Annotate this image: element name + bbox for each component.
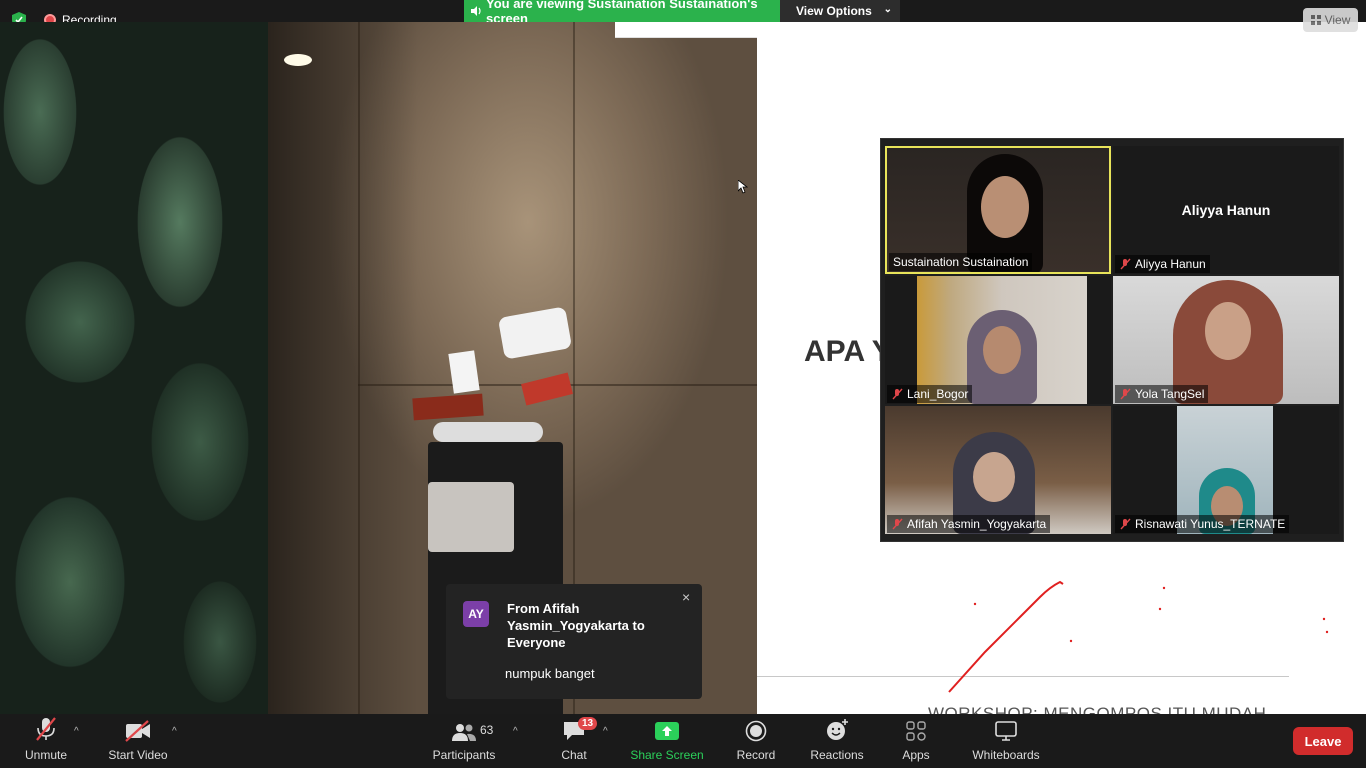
chat-notification[interactable]: AY From Afifah Yasmin_Yogyakarta to Ever…: [446, 584, 702, 699]
wall-seam: [358, 22, 360, 714]
record-label: Record: [736, 748, 776, 762]
mic-muted-icon: [1120, 258, 1131, 270]
participant-face: [983, 326, 1021, 374]
unmute-button[interactable]: Unmute: [22, 714, 70, 768]
participant-name: Sustaination Sustaination: [893, 255, 1029, 269]
speaker-icon: [471, 6, 481, 16]
share-screen-label: Share Screen: [630, 748, 704, 762]
mic-muted-icon: [892, 388, 903, 400]
participant-name-label: Yola TangSel: [1115, 385, 1209, 403]
mic-muted-icon: [1120, 388, 1131, 400]
reactions-icon: [827, 719, 848, 740]
participant-name-label: Lani_Bogor: [887, 385, 973, 403]
participant-face: [973, 452, 1015, 502]
participants-label: Participants: [432, 748, 496, 762]
meeting-toolbar: Unmute ^ Start Video ^ Participants 63 ^…: [0, 714, 1366, 768]
participants-count: 63: [480, 723, 494, 737]
participant-tile[interactable]: Yola TangSel: [1113, 276, 1339, 404]
participant-tile[interactable]: Sustaination Sustaination: [885, 146, 1111, 274]
sender-avatar: AY: [463, 601, 489, 627]
slide-footer: WORKSHOP: MENGOMPOS ITU MUDAH: [928, 704, 1267, 714]
snack-box: [521, 372, 573, 406]
participant-tile[interactable]: Risnawati Yunus_TERNATE: [1113, 406, 1339, 534]
record-icon: [745, 720, 767, 742]
unmute-label: Unmute: [24, 748, 68, 762]
chevron-down-icon: ⌄: [883, 4, 892, 15]
slide-leaves-photo: [0, 22, 268, 714]
zoom-meeting-window: Recording You are viewing Sustaination S…: [0, 0, 1366, 768]
mic-muted-icon: [36, 717, 56, 741]
participants-icon: [452, 724, 476, 741]
overflowing-trash: [412, 306, 573, 442]
reactions-button[interactable]: Reactions: [810, 714, 864, 768]
ceiling-lamp: [284, 54, 312, 66]
mic-muted-icon: [892, 518, 903, 530]
participant-tile[interactable]: Lani_Bogor: [885, 276, 1111, 404]
whiteboards-button[interactable]: Whiteboards: [970, 714, 1042, 768]
participant-name: Risnawati Yunus_TERNATE: [1135, 517, 1286, 531]
start-video-label: Start Video: [108, 748, 168, 762]
snack-box: [412, 393, 484, 421]
apps-label: Apps: [902, 748, 930, 762]
video-options-caret-icon[interactable]: ^: [172, 726, 177, 737]
mouse-cursor-icon: [738, 180, 748, 194]
participant-name-label: Risnawati Yunus_TERNATE: [1115, 515, 1290, 533]
record-button[interactable]: Record: [736, 714, 776, 768]
whiteboard-icon: [995, 721, 1017, 741]
participant-name: Aliyya Hanun: [1135, 257, 1206, 271]
participant-name-label: Aliyya Hanun: [1115, 255, 1210, 273]
share-screen-button[interactable]: Share Screen: [630, 714, 704, 768]
viewing-screen-banner: You are viewing Sustaination Sustainatio…: [464, 0, 780, 26]
video-off-icon: [125, 720, 150, 742]
participant-tile[interactable]: Afifah Yasmin_Yogyakarta: [885, 406, 1111, 534]
chat-label: Chat: [561, 748, 587, 762]
apps-icon: [906, 721, 926, 741]
chat-caret-icon[interactable]: ^: [603, 726, 608, 737]
audio-options-caret-icon[interactable]: ^: [74, 726, 79, 737]
view-options-button[interactable]: View Options ⌄: [780, 0, 900, 22]
close-icon[interactable]: ×: [682, 589, 690, 605]
participant-face: [981, 176, 1029, 238]
view-button-label: View: [1324, 13, 1351, 27]
leave-button[interactable]: Leave: [1293, 727, 1353, 755]
trash-bin-opening: [428, 482, 514, 552]
participant-display-name: Aliyya Hanun: [1181, 202, 1271, 218]
view-options-label: View Options: [796, 4, 872, 18]
participant-face: [1205, 302, 1251, 360]
participant-name: Yola TangSel: [1135, 387, 1205, 401]
slide-title: APA Y: [804, 335, 892, 368]
participant-tile[interactable]: Aliyya Hanun Aliyya Hanun: [1113, 146, 1339, 274]
whiteboards-label: Whiteboards: [972, 748, 1040, 762]
paper-cup: [448, 350, 480, 394]
chat-message: numpuk banget: [505, 666, 595, 681]
participant-name: Lani_Bogor: [907, 387, 969, 401]
slide-strip: [615, 22, 757, 38]
reactions-label: Reactions: [810, 748, 864, 762]
slide-divider: [757, 676, 1289, 677]
participant-name-label: Afifah Yasmin_Yogyakarta: [887, 515, 1051, 533]
share-screen-icon: [655, 722, 679, 740]
crumpled-paper: [433, 422, 543, 442]
participant-name-label: Sustaination Sustaination: [889, 253, 1033, 271]
mic-muted-icon: [1120, 518, 1131, 530]
start-video-button[interactable]: Start Video: [106, 714, 170, 768]
apps-button[interactable]: Apps: [900, 714, 932, 768]
participants-caret-icon[interactable]: ^: [513, 726, 518, 737]
chat-unread-badge: 13: [578, 717, 598, 730]
view-button[interactable]: View: [1303, 8, 1358, 32]
participant-name: Afifah Yasmin_Yogyakarta: [907, 517, 1047, 531]
chat-sender: From Afifah Yasmin_Yogyakarta to Everyon…: [507, 601, 645, 650]
participant-gallery: Sustaination Sustaination Aliyya Hanun A…: [880, 138, 1344, 542]
top-bar: Recording You are viewing Sustaination S…: [0, 0, 1366, 28]
foam-box: [497, 306, 573, 360]
grid-icon: [1310, 15, 1321, 25]
